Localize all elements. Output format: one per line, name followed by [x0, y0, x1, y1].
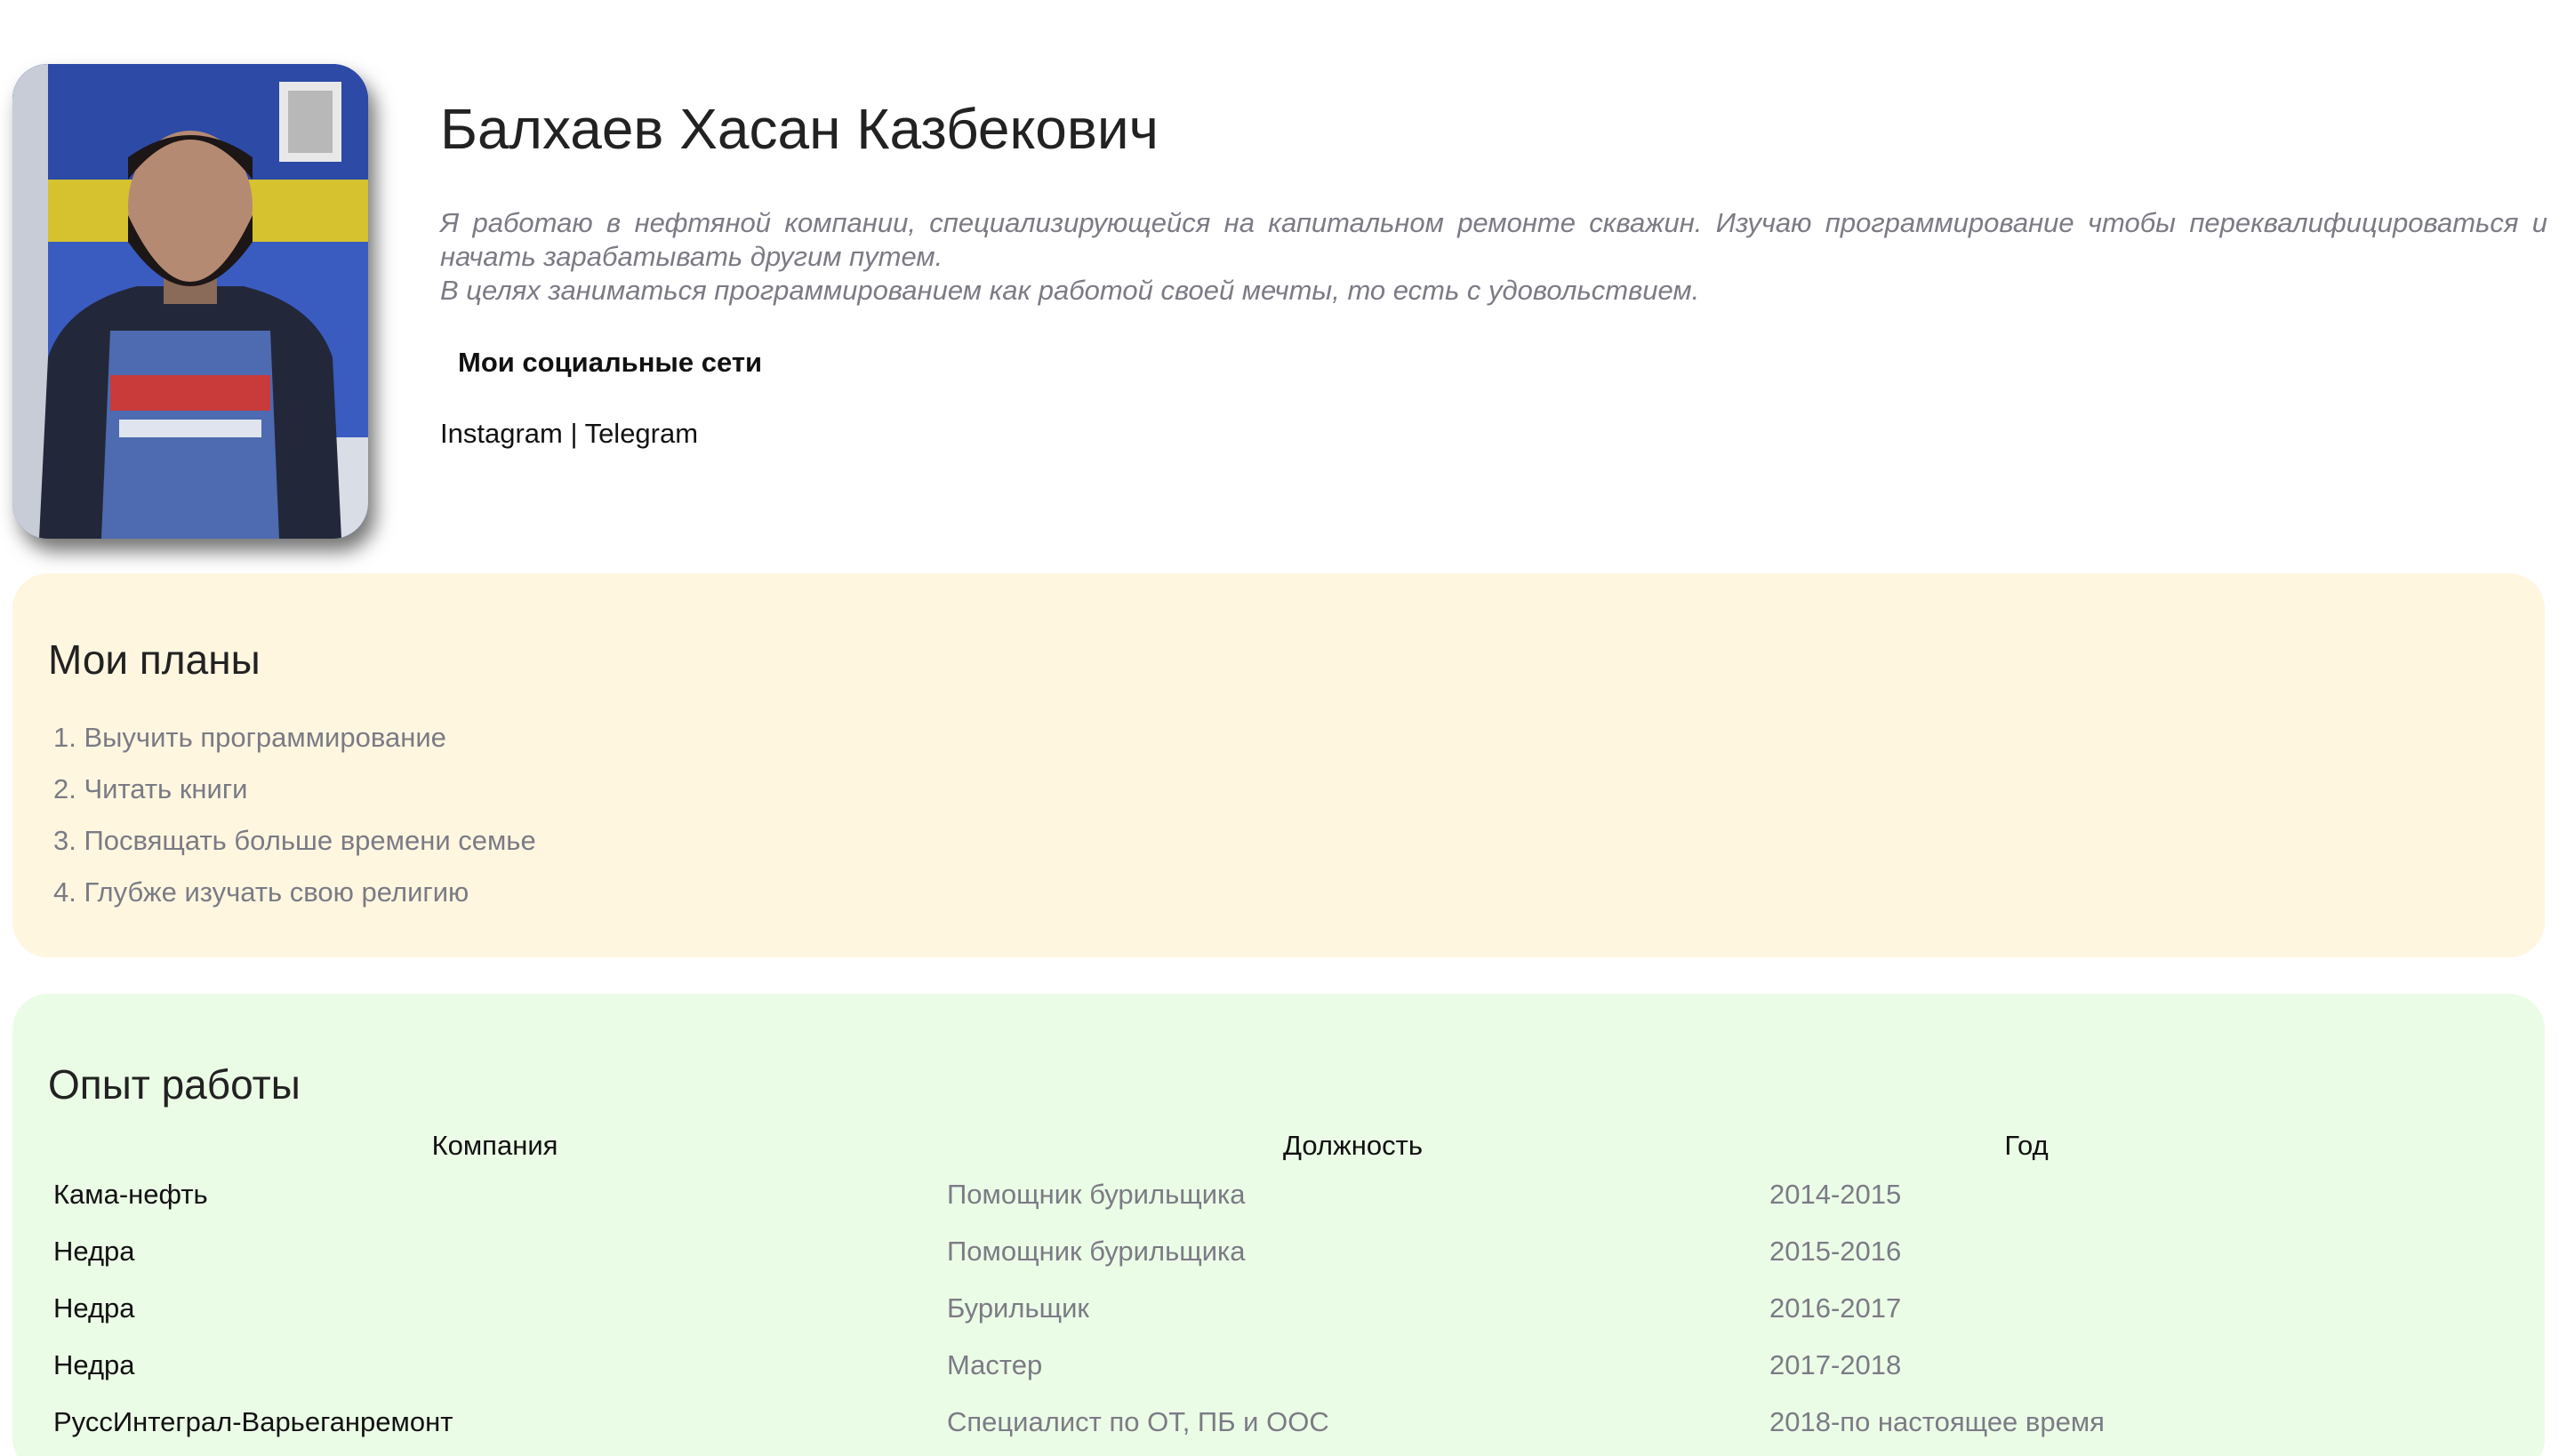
social-links: Instagram | Telegram — [440, 418, 698, 450]
cell-year: 2016-2017 — [1769, 1292, 1902, 1324]
instagram-link[interactable]: Instagram — [440, 418, 563, 449]
page: Балхаев Хасан Казбекович Я работаю в неф… — [0, 0, 2559, 1456]
cell-company: Недра — [53, 1292, 135, 1324]
table-row: Недра Помощник бурильщика 2015-2016 — [48, 1223, 2289, 1280]
about-line-1: Я работаю в нефтяной компании, специализ… — [440, 207, 2547, 272]
cell-year: 2017-2018 — [1769, 1349, 1902, 1380]
table-header-row: Компания Должность Год — [48, 1125, 2289, 1166]
cell-position: Помощник бурильщика — [947, 1179, 1246, 1210]
cell-year: 2018-по настоящее время — [1769, 1406, 2105, 1437]
cell-position: Мастер — [947, 1349, 1043, 1380]
table-row: РуссИнтеграл-Варьеганремонт Специалист п… — [48, 1394, 2289, 1451]
plan-item: 2. Читать книги — [53, 773, 248, 804]
cell-position: Бурильщик — [947, 1292, 1089, 1324]
cell-position: Помощник бурильщика — [947, 1236, 1246, 1267]
plans-list: 1. Выучить программирование 2. Читать кн… — [53, 712, 536, 918]
experience-table: Компания Должность Год Кама-нефть Помощн… — [48, 1125, 2289, 1451]
profile-photo — [12, 64, 368, 539]
cell-year: 2014-2015 — [1769, 1179, 1902, 1210]
header-position: Должность — [1283, 1130, 1423, 1161]
experience-section: Опыт работы Компания Должность Год Кама-… — [12, 994, 2545, 1456]
experience-title: Опыт работы — [48, 1061, 301, 1108]
profile-name: Балхаев Хасан Казбекович — [440, 97, 1159, 161]
table-row: Кама-нефть Помощник бурильщика 2014-2015 — [48, 1166, 2289, 1223]
cell-company: Кама-нефть — [53, 1179, 208, 1210]
plan-item: 3. Посвящать больше времени семье — [53, 825, 536, 856]
header-company: Компания — [431, 1130, 558, 1161]
header-year: Год — [2004, 1130, 2049, 1161]
about-line-2: В целях заниматься программированием как… — [440, 275, 1700, 306]
table-row: Недра Бурильщик 2016-2017 — [48, 1280, 2289, 1337]
social-separator: | — [562, 418, 585, 449]
table-row: Недра Мастер 2017-2018 — [48, 1337, 2289, 1394]
cell-company: РуссИнтеграл-Варьеганремонт — [53, 1406, 453, 1437]
cell-company: Недра — [53, 1236, 135, 1267]
cell-year: 2015-2016 — [1769, 1236, 1902, 1267]
plan-item: 4. Глубже изучать свою религию — [53, 876, 469, 908]
cell-position: Специалист по ОТ, ПБ и ООС — [947, 1406, 1329, 1437]
plans-section: Мои планы 1. Выучить программирование 2.… — [12, 573, 2545, 957]
plan-item: 1. Выучить программирование — [53, 722, 446, 753]
plans-title: Мои планы — [48, 636, 261, 683]
about-text: Я работаю в нефтяной компании, специализ… — [440, 206, 2547, 308]
telegram-link[interactable]: Telegram — [585, 418, 699, 449]
social-title: Мои социальные сети — [458, 347, 763, 378]
cell-company: Недра — [53, 1349, 135, 1380]
